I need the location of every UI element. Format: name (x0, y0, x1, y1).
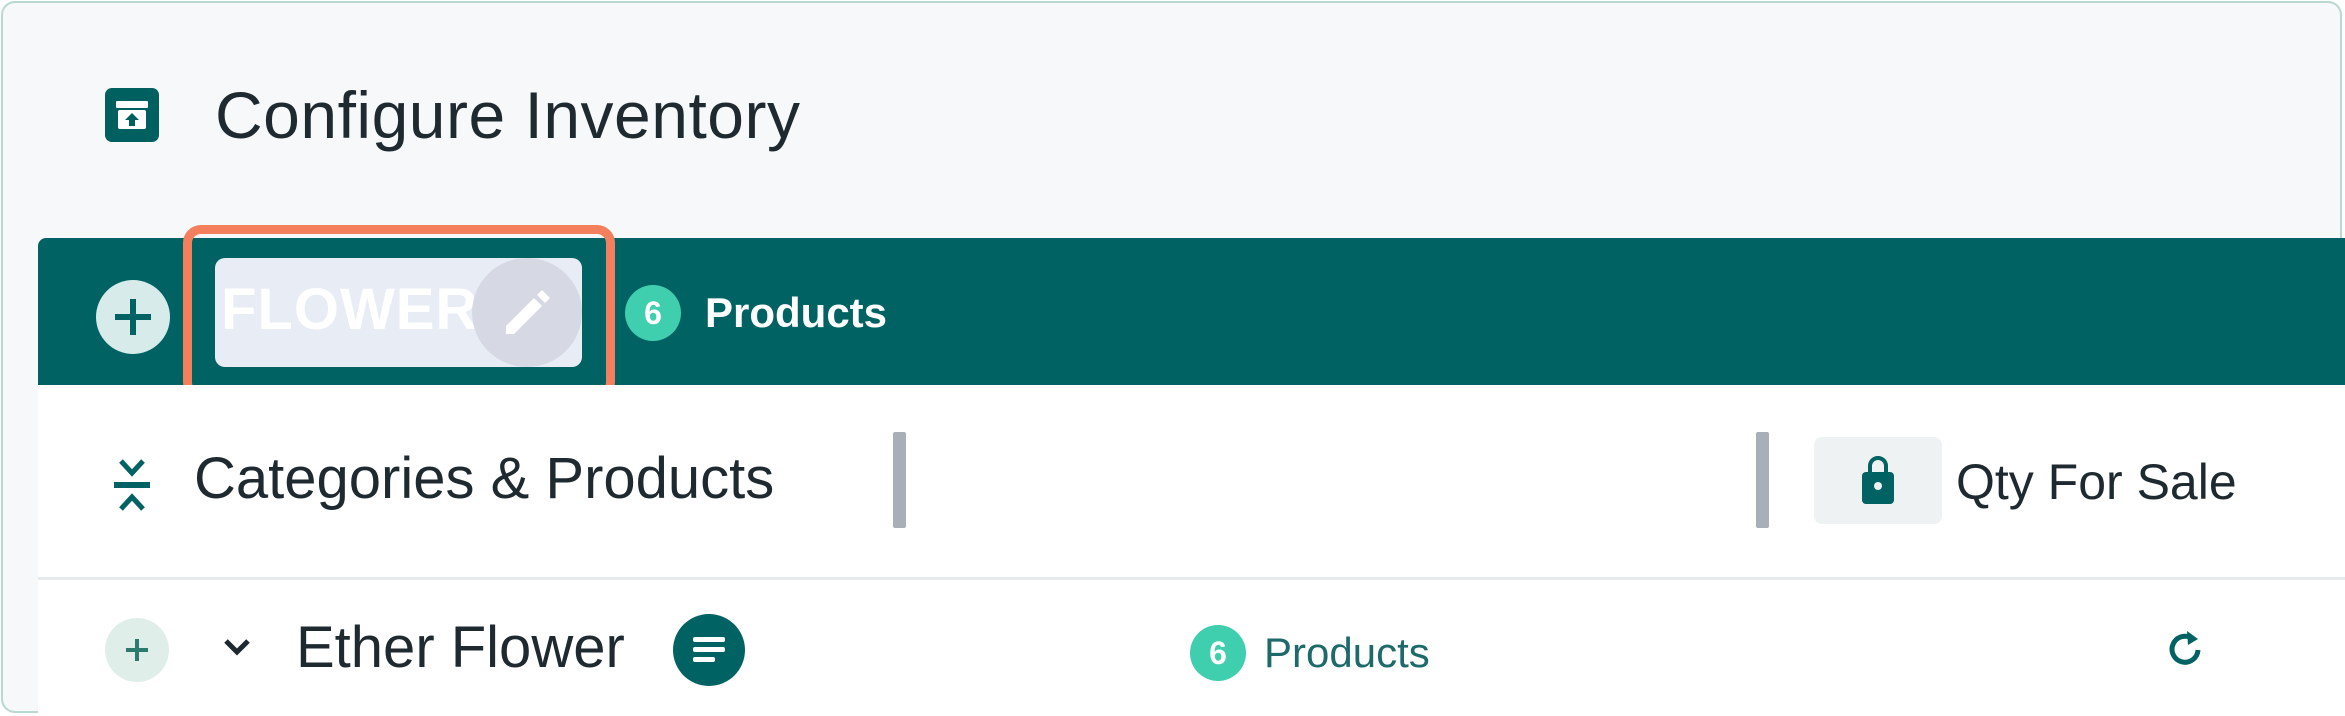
row-menu-button[interactable] (673, 614, 745, 686)
category-product-count: 6 Products (625, 285, 887, 341)
pencil-icon (506, 289, 550, 334)
add-category-button[interactable] (96, 280, 170, 354)
qty-for-sale-header: Qty For Sale (1956, 454, 2237, 510)
plus-icon (126, 639, 148, 661)
column-divider[interactable] (893, 432, 906, 528)
category-name: FLOWER (221, 277, 479, 342)
category-name-chip[interactable]: FLOWER (215, 258, 582, 367)
expand-row-button[interactable] (222, 636, 252, 663)
plus-circle-icon (115, 299, 151, 335)
menu-lines-icon (693, 637, 725, 662)
row-category-name: Ether Flower (296, 615, 625, 680)
page-header: Configure Inventory (105, 70, 801, 160)
count-badge: 6 (625, 285, 681, 341)
chevron-down-icon (224, 639, 250, 656)
products-label: Products (1264, 629, 1430, 676)
products-label: Products (705, 289, 888, 336)
column-divider[interactable] (1756, 432, 1769, 528)
page-title: Configure Inventory (215, 78, 801, 152)
refresh-button[interactable] (2162, 627, 2208, 678)
add-product-button[interactable] (105, 618, 169, 682)
edit-category-button[interactable] (472, 258, 582, 367)
inventory-box-icon (105, 88, 159, 142)
collapse-vertical-icon[interactable] (112, 458, 152, 517)
row-product-count: 6 Products (1190, 625, 1430, 681)
categories-products-header: Categories & Products (194, 446, 775, 511)
shopping-bag-icon (1862, 455, 1894, 504)
count-badge: 6 (1190, 625, 1246, 681)
qty-icon-box (1814, 437, 1942, 524)
refresh-icon (2169, 631, 2201, 665)
